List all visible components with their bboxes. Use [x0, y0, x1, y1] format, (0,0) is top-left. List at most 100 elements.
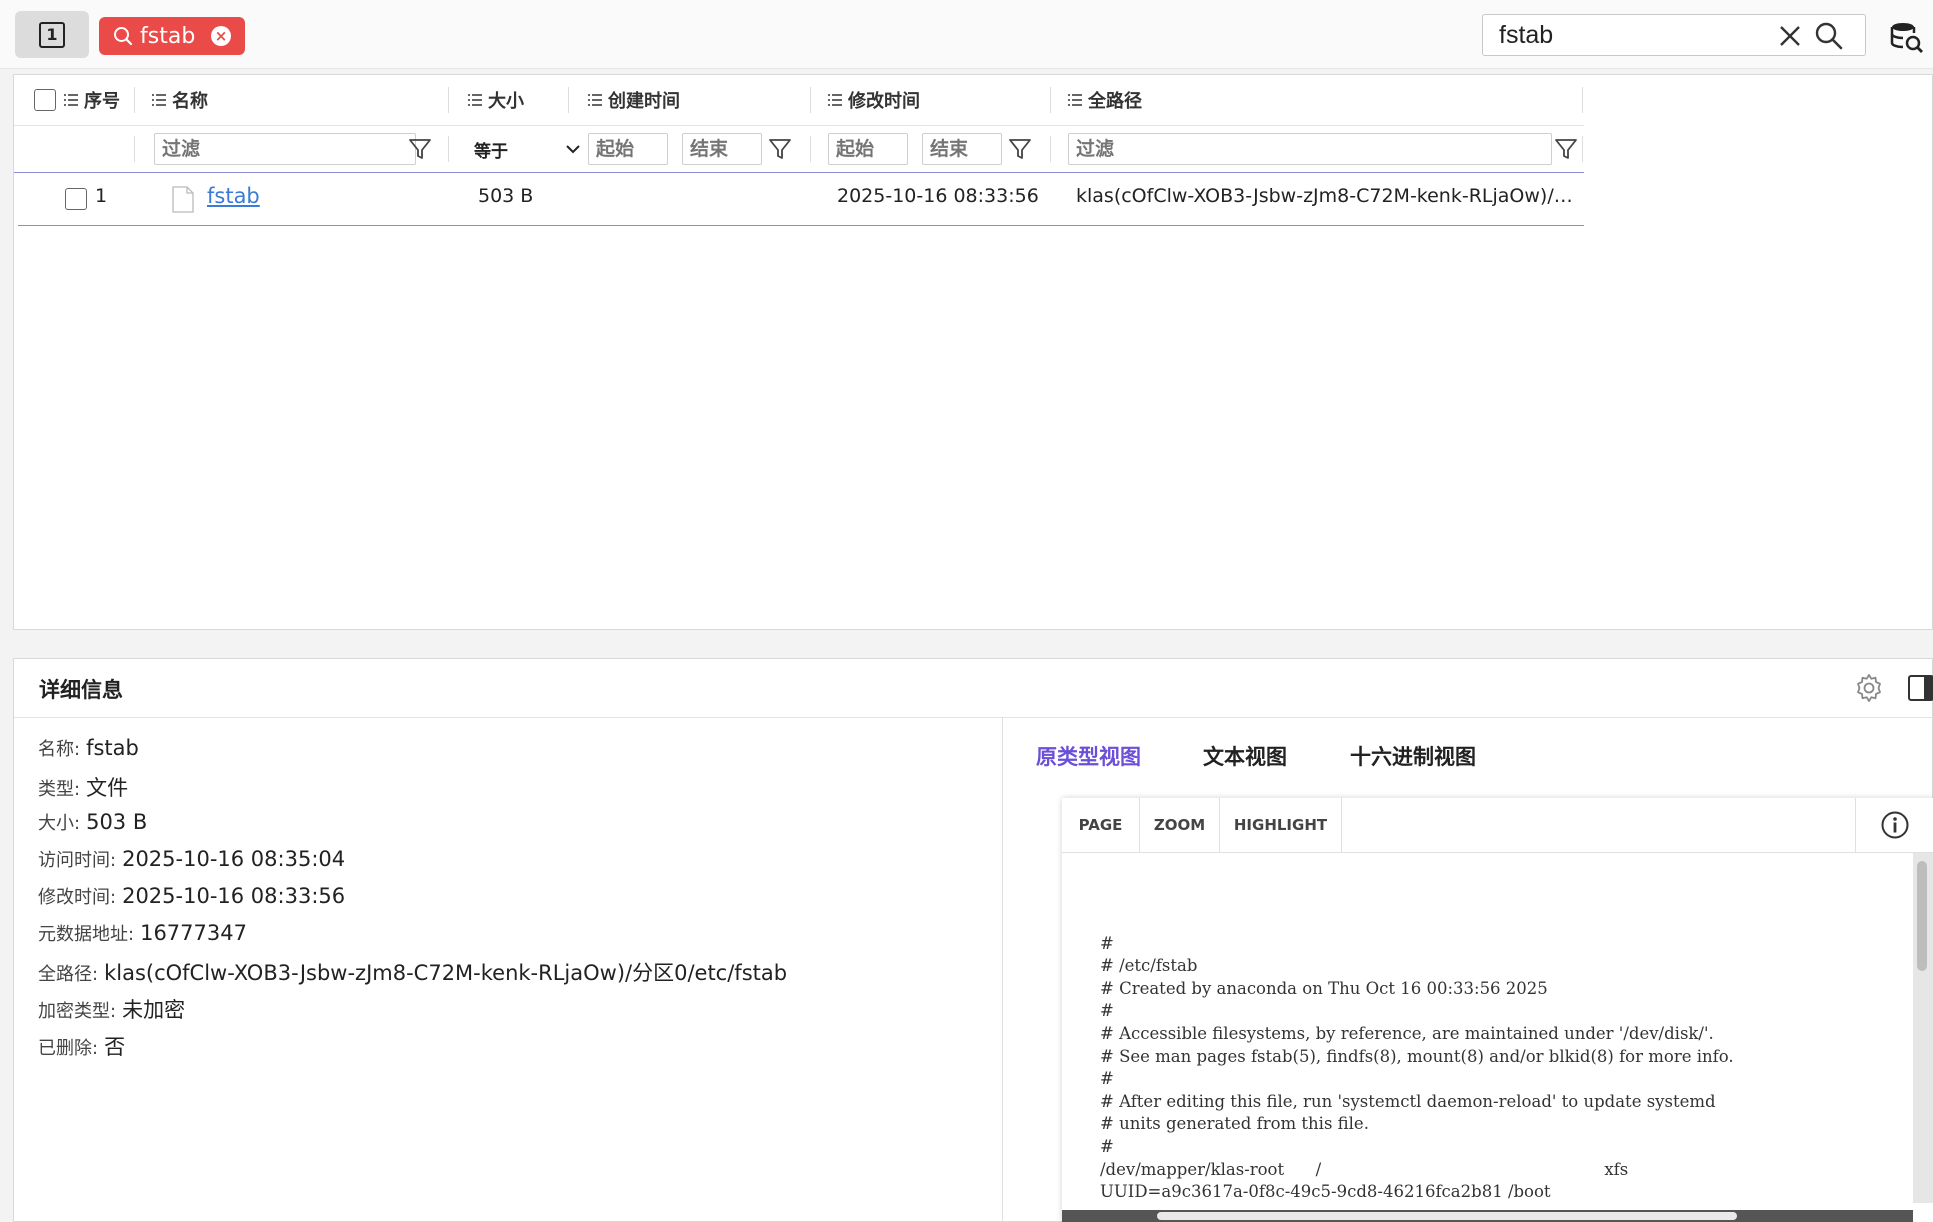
zoom-button[interactable]: ZOOM [1140, 798, 1220, 852]
detail-row-name: 名称: fstab [38, 735, 139, 761]
column-divider[interactable] [810, 87, 811, 113]
page-button[interactable]: PAGE [1062, 798, 1140, 852]
row-modified: 2025-10-16 08:33:56 [837, 185, 1039, 207]
detail-label: 大小: [38, 813, 81, 834]
column-header-size[interactable]: 大小 [468, 75, 524, 125]
column-label: 序号 [84, 91, 120, 112]
column-header-name[interactable]: 名称 [152, 75, 208, 125]
select-all-checkbox[interactable] [34, 89, 56, 111]
column-divider[interactable] [568, 87, 569, 113]
filter-icon[interactable] [768, 137, 792, 161]
column-header-fullpath[interactable]: 全路径 [1068, 75, 1142, 125]
created-start-input[interactable] [588, 133, 668, 165]
tab-hex-view[interactable]: 十六进制视图 [1350, 741, 1476, 771]
filter-row: 等于 [14, 125, 1584, 173]
column-header-created[interactable]: 创建时间 [588, 75, 680, 125]
sidebar-toggle-icon[interactable] [1907, 674, 1933, 702]
file-content: # # /etc/fstab # Created by anaconda on Th… [1100, 910, 1734, 1204]
tab-count-button[interactable]: 1 [15, 11, 89, 58]
row-size: 503 B [478, 185, 534, 207]
content-line: # Accessible filesystems, by reference, … [1100, 1023, 1714, 1043]
file-name-link[interactable]: fstab [207, 184, 260, 208]
clear-icon[interactable] [1777, 23, 1803, 49]
row-index: 1 [95, 185, 108, 207]
filter-icon[interactable] [1554, 137, 1578, 161]
detail-value: 503 B [86, 810, 148, 834]
detail-value: 未加密 [122, 998, 186, 1022]
close-icon[interactable]: × [211, 26, 231, 46]
content-line: # Created by anaconda on Thu Oct 16 00:3… [1100, 978, 1548, 998]
detail-label: 已删除: [38, 1038, 99, 1059]
detail-row-fullpath: 全路径: klas(cOfClw-XOB3-Jsbw-zJm8-C72M-kenk… [38, 957, 787, 987]
search-input[interactable] [1499, 19, 1759, 51]
content-line: # /etc/fstab [1100, 956, 1198, 976]
detail-label: 全路径: [38, 964, 99, 985]
details-header: 详细信息 [14, 659, 1933, 718]
vertical-scrollbar[interactable] [1913, 853, 1933, 1203]
filter-icon[interactable] [408, 137, 432, 161]
column-divider[interactable] [1050, 87, 1051, 113]
detail-row-type: 类型: 文件 [38, 772, 128, 802]
highlight-button[interactable]: HIGHLIGHT [1220, 798, 1342, 852]
scrollbar-thumb[interactable] [1917, 861, 1927, 971]
column-divider [1050, 136, 1051, 162]
database-search-icon[interactable] [1890, 20, 1924, 54]
column-header-modified[interactable]: 修改时间 [828, 75, 920, 125]
column-label: 名称 [172, 91, 208, 112]
row-fullpath: klas(cOfClw-XOB3-Jsbw-zJm8-C72M-kenk-RLj… [1076, 185, 1573, 207]
document-viewer: PAGE ZOOM HIGHLIGHT # # /etc/fstab # Creat… [1062, 798, 1933, 1222]
content-line: # [1100, 1001, 1114, 1021]
search-icon[interactable] [1814, 21, 1844, 51]
detail-label: 类型: [38, 779, 81, 800]
column-divider [1582, 136, 1583, 162]
modified-end-input[interactable] [922, 133, 1002, 165]
content-line: # See man pages fstab(5), findfs(8), mou… [1100, 1046, 1734, 1066]
column-divider[interactable] [448, 87, 449, 113]
created-end-input[interactable] [682, 133, 762, 165]
column-divider [448, 136, 449, 162]
column-label: 全路径 [1088, 91, 1142, 112]
detail-row-deleted: 已删除: 否 [38, 1031, 125, 1061]
column-divider[interactable] [1582, 87, 1583, 113]
column-menu-icon [64, 94, 78, 106]
name-filter-input[interactable] [154, 133, 416, 165]
detail-value: 否 [104, 1035, 126, 1059]
column-header-index[interactable]: 序号 [64, 75, 120, 125]
detail-label: 元数据地址: [38, 924, 135, 945]
column-menu-icon [1068, 94, 1082, 106]
info-icon [1881, 811, 1909, 839]
scrollbar-thumb[interactable] [1157, 1212, 1737, 1220]
tab-native-view[interactable]: 原类型视图 [1036, 741, 1141, 771]
modified-start-input[interactable] [828, 133, 908, 165]
row-checkbox[interactable] [65, 188, 87, 210]
detail-label: 访问时间: [38, 850, 117, 871]
content-line: # units generated from this file. [1100, 1114, 1369, 1134]
detail-value: 2025-10-16 08:35:04 [122, 847, 346, 871]
content-line: /dev/mapper/klas-root / xfs [1100, 1159, 1629, 1179]
column-menu-icon [588, 94, 602, 106]
select-all[interactable] [34, 75, 56, 125]
filter-icon[interactable] [1008, 137, 1032, 161]
column-divider [810, 136, 811, 162]
content-line: UUID=a9c3617a-0f8c-49c5-9cd8-46216fca2b8… [1100, 1182, 1551, 1202]
search-box[interactable] [1482, 14, 1866, 56]
tab-text-view[interactable]: 文本视图 [1203, 741, 1287, 771]
detail-value: 2025-10-16 08:33:56 [122, 884, 346, 908]
path-filter-input[interactable] [1068, 133, 1552, 165]
search-tag[interactable]: fstab × [99, 17, 245, 55]
horizontal-scrollbar[interactable] [1062, 1210, 1913, 1222]
detail-row-modified-time: 修改时间: 2025-10-16 08:33:56 [38, 883, 345, 909]
size-operator-select[interactable]: 等于 [468, 133, 586, 165]
column-divider[interactable] [134, 87, 135, 113]
details-title: 详细信息 [39, 678, 123, 702]
column-divider [134, 136, 135, 162]
detail-row-size: 大小: 503 B [38, 809, 147, 835]
detail-label: 名称: [38, 739, 81, 760]
gear-icon[interactable] [1854, 673, 1884, 703]
detail-value: 文件 [86, 776, 129, 800]
detail-value: fstab [86, 736, 139, 760]
search-icon [114, 27, 133, 46]
content-line [1100, 910, 1734, 933]
info-button[interactable] [1855, 798, 1933, 852]
table-row[interactable]: 1 fstab 503 B 2025-10-16 08:33:56 klas(c… [18, 173, 1584, 226]
